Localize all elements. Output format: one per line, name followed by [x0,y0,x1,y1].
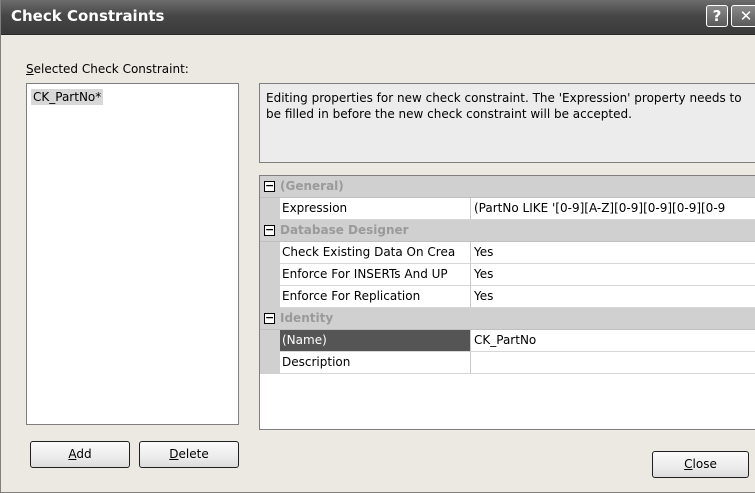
close-accel: C [684,457,693,471]
collapse-icon[interactable]: − [264,180,275,192]
property-name[interactable]: Description [280,352,471,374]
property-name[interactable]: Expression [280,198,471,220]
category-label: (General) [280,179,344,193]
row-gutter [260,242,280,264]
row-gutter [260,198,280,220]
row-gutter [260,352,280,374]
delete-rest: elete [178,447,209,461]
dialog-title: Check Constraints [11,7,165,25]
close-button[interactable]: Close [652,451,749,478]
category-label: Identity [280,311,334,325]
property-value[interactable]: (PartNo LIKE '[0-9][A-Z][0-9][0-9][0-9][… [471,198,755,220]
property-row-enforce-inserts[interactable]: Enforce For INSERTs And UP Yes [260,264,755,286]
collapse-icon[interactable]: − [264,312,275,324]
property-name[interactable]: (Name) [280,330,471,352]
property-name[interactable]: Check Existing Data On Crea [280,242,471,264]
close-icon[interactable]: ✕ [731,5,755,27]
info-text: Editing properties for new check constra… [259,83,755,163]
selected-label-accel: S [26,62,34,76]
property-row-expression[interactable]: Expression (PartNo LIKE '[0-9][A-Z][0-9]… [260,198,755,220]
category-identity[interactable]: − Identity [260,308,755,330]
property-row-description[interactable]: Description [260,352,755,374]
add-button[interactable]: Add [30,441,130,468]
property-row-check-existing[interactable]: Check Existing Data On Crea Yes [260,242,755,264]
collapse-icon[interactable]: − [264,224,275,236]
list-item[interactable]: CK_PartNo* [31,89,104,105]
selected-label-rest: elected Check Constraint: [33,62,189,76]
property-row-name[interactable]: (Name) CK_PartNo [260,330,755,352]
category-database-designer[interactable]: − Database Designer [260,220,755,242]
property-value[interactable]: Yes [471,286,755,308]
property-name[interactable]: Enforce For INSERTs And UP [280,264,471,286]
property-value[interactable]: CK_PartNo [471,330,755,352]
property-name[interactable]: Enforce For Replication [280,286,471,308]
row-gutter [260,286,280,308]
property-row-enforce-replication[interactable]: Enforce For Replication Yes [260,286,755,308]
check-constraints-dialog: Check Constraints ? ✕ Selected Check Con… [0,0,755,493]
property-grid[interactable]: − (General) Expression (PartNo LIKE '[0-… [259,175,755,430]
delete-button[interactable]: Delete [139,441,239,468]
category-general[interactable]: − (General) [260,176,755,198]
property-value[interactable]: Yes [471,264,755,286]
help-icon[interactable]: ? [706,5,728,27]
property-value[interactable] [471,352,755,374]
add-rest: dd [76,447,92,461]
category-label: Database Designer [280,223,409,237]
constraint-list[interactable]: CK_PartNo* [26,83,239,425]
selected-constraint-label: Selected Check Constraint: [26,62,189,76]
title-bar[interactable]: Check Constraints ? ✕ [1,0,755,35]
property-value[interactable]: Yes [471,242,755,264]
close-rest: lose [692,457,717,471]
delete-accel: D [169,447,179,461]
row-gutter [260,330,280,352]
row-gutter [260,264,280,286]
